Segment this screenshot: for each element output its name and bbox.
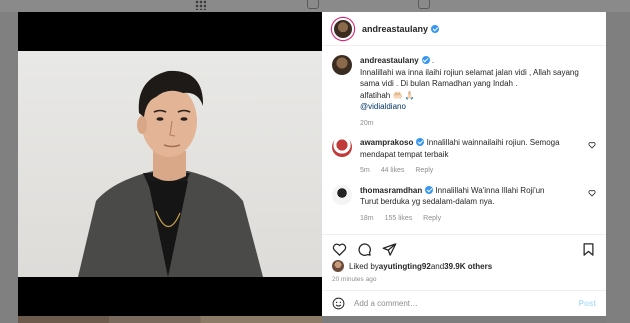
post-photo[interactable] [18, 51, 322, 277]
post-comment-button[interactable]: Post [579, 299, 596, 308]
comment-avatar[interactable] [332, 184, 352, 205]
comment-username[interactable]: awamprakoso [360, 138, 413, 147]
background-left [0, 12, 18, 323]
comment-bubble-icon[interactable] [357, 242, 372, 257]
post-media [18, 12, 322, 316]
comment-text-line-2: mendapat tempat terbaik [360, 149, 449, 159]
background-thumbnails [18, 316, 322, 323]
comment-meta: 18m 155 likes Reply [360, 213, 545, 225]
caption-line-3: alfatihah 🤲🏻 🙏🏻 [360, 90, 415, 100]
comment-time[interactable]: 18m [360, 215, 374, 222]
comments-list: andreastaulany . Innalillahi wa inna ila… [322, 46, 606, 236]
grid-icon [195, 0, 206, 10]
verified-badge-icon [431, 24, 440, 33]
caption-body: andreastaulany . Innalillahi wa inna ila… [360, 55, 595, 129]
reply-button[interactable]: Reply [423, 215, 441, 222]
post-modal: andreastaulany andreastaulany . Innalill… [18, 12, 606, 316]
caption: andreastaulany . Innalillahi wa inna ila… [332, 55, 596, 129]
verified-badge-icon [425, 185, 434, 194]
like-heart-icon[interactable] [332, 242, 347, 257]
likes-summary: Liked by ayutingting92 and 39.9K others [332, 260, 492, 272]
share-paper-plane-icon[interactable] [382, 242, 397, 257]
add-comment-bar: Post [322, 290, 606, 316]
comment-avatar[interactable] [332, 137, 352, 157]
likes-prefix: Liked by [349, 261, 379, 271]
comment-username[interactable]: thomasramdhan [360, 186, 422, 195]
caption-avatar[interactable] [332, 55, 352, 75]
emoji-icon[interactable] [332, 297, 345, 310]
caption-username[interactable]: andreastaulany [360, 56, 419, 65]
post-panel: andreastaulany andreastaulany . Innalill… [322, 12, 606, 316]
verified-badge-icon [421, 56, 430, 64]
post-header: andreastaulany [322, 12, 606, 46]
comment-text: Innalillahi wainnailaihi rojiun. Semoga [424, 138, 560, 147]
author-username[interactable]: andreastaulany [362, 24, 428, 34]
comment-text-line-2: Turut berduka yg sedalam-dalam nya. [360, 197, 495, 206]
add-comment-input[interactable] [354, 299, 579, 308]
heart-icon[interactable] [588, 141, 596, 149]
caption-line-2: sama vidi . Di bulan Ramadhan yang Indah… [360, 79, 518, 88]
comment-body: thomasramdhan Innalillahi Wa'inna Illahi… [360, 185, 561, 225]
reply-button[interactable]: Reply [415, 167, 433, 174]
comment-body: awamprakoso Innalillahi wainnailaihi roj… [360, 137, 576, 177]
comment-meta: 5m 44 likes Reply [360, 165, 560, 177]
portrait-image [78, 70, 263, 277]
heart-icon[interactable] [588, 189, 596, 197]
comment-time[interactable]: 5m [360, 167, 370, 174]
comment-item: awamprakoso Innalillahi wainnailaihi roj… [332, 137, 596, 177]
author-avatar[interactable] [332, 17, 354, 40]
likes-middle: and [430, 261, 445, 271]
background-right [606, 12, 630, 323]
tagged-icon [418, 0, 430, 9]
caption-time[interactable]: 20m [360, 120, 374, 127]
comment-text: Innalillahi Wa'inna Illahi Roji'un [433, 185, 545, 195]
posted-time[interactable]: 20 minutes ago [332, 276, 376, 283]
caption-mention[interactable]: @vidialdiano [360, 101, 579, 113]
reels-icon [307, 0, 319, 9]
likes-user[interactable]: ayutingting92 [379, 262, 431, 271]
liker-avatar[interactable] [332, 260, 344, 272]
bookmark-icon[interactable] [581, 242, 596, 257]
comment-item: thomasramdhan Innalillahi Wa'inna Illahi… [332, 184, 596, 225]
caption-line-1: Innalillahi wa inna ilaihi rojiun selama… [360, 67, 579, 77]
likes-count[interactable]: 39.9K others [444, 262, 492, 271]
caption-suffix: . [429, 56, 435, 65]
caption-meta: 20m [360, 118, 579, 130]
comment-likes[interactable]: 155 likes [385, 215, 413, 222]
comment-likes[interactable]: 44 likes [381, 167, 405, 174]
